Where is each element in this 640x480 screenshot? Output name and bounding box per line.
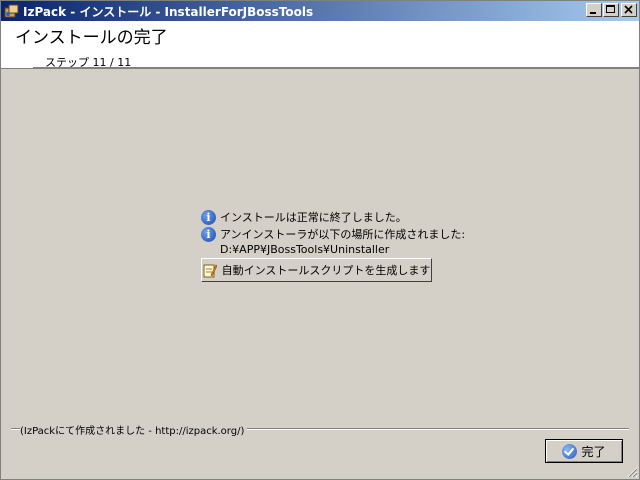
window-title: IzPack - インストール - InstallerForJBossTools: [23, 4, 314, 19]
page-title: インストールの完了: [15, 28, 168, 48]
info-icon: i: [201, 209, 216, 225]
close-icon: [624, 5, 633, 14]
page-header: インストールの完了 ステップ 11 / 11: [1, 21, 639, 69]
success-message: i インストールは正常に終了しました。: [201, 209, 407, 225]
uninstaller-message: i アンインストーラが以下の場所に作成されました:: [201, 226, 465, 242]
close-button[interactable]: [621, 3, 637, 17]
minimize-button[interactable]: [586, 3, 602, 17]
done-button-label: 完了: [581, 444, 606, 459]
title-bar[interactable]: IzPack - インストール - InstallerForJBossTools: [1, 1, 639, 21]
notepad-icon: [203, 263, 217, 278]
uninstaller-path: D:¥APP¥JBossTools¥Uninstaller: [220, 243, 390, 256]
done-button[interactable]: 完了: [545, 439, 623, 463]
maximize-button[interactable]: [603, 3, 619, 17]
uninstaller-message-text: アンインストーラが以下の場所に作成されました:: [220, 228, 466, 241]
minimize-icon: [590, 12, 596, 14]
checkmark-icon: [562, 443, 578, 459]
app-icon: [4, 3, 20, 19]
info-icon: i: [201, 226, 216, 242]
resize-grip[interactable]: [626, 466, 638, 478]
window-controls: [585, 3, 637, 17]
resize-grip-icon: [627, 467, 638, 478]
success-message-text: インストールは正常に終了しました。: [220, 211, 407, 224]
maximize-icon: [606, 5, 615, 13]
header-divider: [33, 67, 639, 68]
generate-script-button[interactable]: 自動インストールスクリプトを生成します: [201, 258, 432, 282]
izpack-credit: (IzPackにて作成されました - http://izpack.org/): [20, 422, 248, 437]
installer-window: IzPack - インストール - InstallerForJBossTools: [0, 0, 640, 480]
generate-script-label: 自動インストールスクリプトを生成します: [221, 264, 431, 277]
